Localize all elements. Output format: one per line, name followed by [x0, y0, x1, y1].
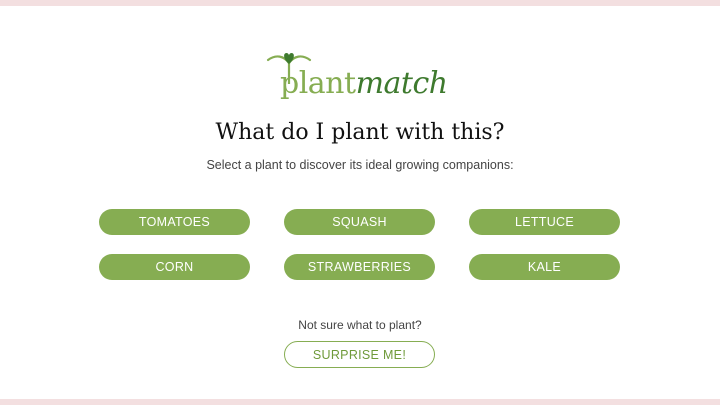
- top-border: [0, 0, 720, 6]
- plant-button-squash[interactable]: SQUASH: [284, 209, 435, 235]
- surprise-me-button[interactable]: SURPRISE ME!: [284, 341, 435, 368]
- logo-word-match: match: [355, 66, 449, 101]
- subtitle: Select a plant to discover its ideal gro…: [206, 158, 514, 172]
- logo-wordmark: plantmatch: [280, 66, 448, 102]
- plant-button-kale[interactable]: KALE: [469, 254, 620, 280]
- page-title: What do I plant with this?: [215, 120, 505, 145]
- logo-word-plant: plant: [280, 66, 356, 101]
- surprise-prompt: Not sure what to plant?: [298, 318, 422, 332]
- plant-button-corn[interactable]: CORN: [99, 254, 250, 280]
- plant-button-lettuce[interactable]: LETTUCE: [469, 209, 620, 235]
- bottom-border: [0, 399, 720, 405]
- plant-button-tomatoes[interactable]: TOMATOES: [99, 209, 250, 235]
- plant-button-strawberries[interactable]: STRAWBERRIES: [284, 254, 435, 280]
- plantmatch-logo: plantmatch: [262, 50, 462, 105]
